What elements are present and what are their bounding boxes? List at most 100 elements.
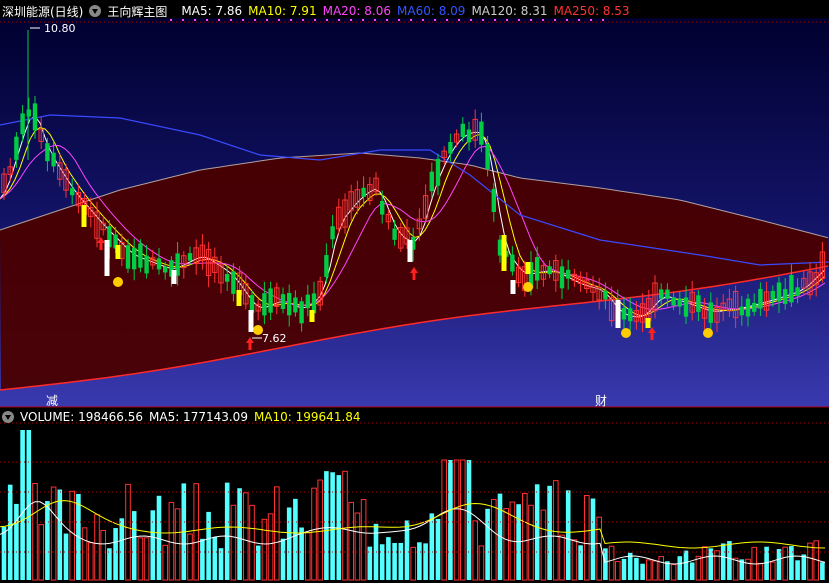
volume-bar-down: [820, 562, 825, 580]
volume-bar-down: [578, 545, 583, 580]
stock-name[interactable]: 深圳能源(日线): [2, 3, 83, 20]
high-price-label: 10.80: [44, 22, 76, 35]
volume-bar-down: [627, 552, 633, 580]
candle-body-down: [659, 289, 664, 299]
ma20-label: MA20: 8.06: [322, 4, 392, 18]
candle-body-down: [187, 253, 193, 261]
volume-bar-down: [7, 484, 13, 580]
signal-candle: [645, 318, 651, 328]
candle-body-down: [435, 158, 441, 186]
volume-bar-down: [330, 472, 335, 580]
candle-body-down: [566, 269, 571, 279]
candle-body-down: [20, 113, 25, 135]
candle-body-down: [305, 294, 310, 309]
volume-bar-down: [107, 548, 112, 580]
volume-bar-down: [379, 544, 385, 580]
candle-body-down: [231, 271, 236, 294]
event-marker-right[interactable]: 财: [595, 392, 607, 409]
candle-body-down: [138, 243, 143, 268]
volume-bar-down: [727, 541, 732, 580]
volume-bar-down: [113, 528, 118, 580]
signal-candle: [236, 290, 242, 306]
volume-ma10-label: MA10: 199641.84: [253, 410, 361, 424]
volume-bar-down: [683, 550, 689, 580]
signal-candle: [248, 310, 254, 332]
candle-body-down: [26, 109, 31, 117]
candle-body-down: [299, 301, 304, 324]
candle-body-down: [225, 274, 230, 282]
signal-dot: [621, 328, 631, 338]
volume-bar-down: [677, 556, 683, 580]
candle-body-down: [739, 306, 744, 316]
candle-body-down: [665, 289, 670, 299]
indicator-dropdown-icon[interactable]: [89, 5, 102, 17]
event-marker-left[interactable]: 减: [46, 392, 58, 409]
volume-bar-down: [621, 558, 627, 580]
volume-bar-down: [603, 548, 608, 580]
candle-body-down: [491, 188, 496, 213]
candle-body-down: [677, 298, 682, 307]
candle-body-down: [696, 295, 701, 312]
volume-bar-down: [57, 489, 63, 580]
volume-ma5-label: MA5: 177143.09: [149, 410, 248, 424]
volume-bar-down: [218, 548, 224, 580]
volume-bar-down: [466, 460, 472, 580]
candle-body-down: [268, 288, 273, 313]
indicator-name[interactable]: 王向辉主图: [107, 3, 167, 20]
signal-dot: [703, 328, 713, 338]
volume-bar-down: [336, 475, 342, 580]
candle-body-down: [163, 266, 168, 273]
volume-bar-down: [634, 557, 639, 580]
volume-bar-down: [63, 533, 69, 580]
volume-dropdown-icon[interactable]: [2, 411, 14, 423]
candle-body-down: [466, 129, 472, 143]
volume-bar-down: [423, 543, 428, 580]
volume-label: VOLUME: 198466.56: [20, 410, 143, 424]
candle-body-down: [392, 228, 397, 240]
volume-bar-down: [789, 546, 794, 580]
volume-bar-down: [720, 543, 726, 580]
signal-candle: [81, 205, 87, 227]
candle-body-down: [758, 288, 763, 309]
volume-bar-down: [324, 471, 329, 580]
volume-bar-down: [708, 548, 714, 580]
volume-bar-down: [448, 460, 453, 580]
candle-body-down: [628, 308, 633, 322]
volume-bar-down: [20, 430, 25, 580]
candle-body-down: [783, 289, 788, 304]
candle-body-down: [745, 298, 751, 317]
signal-dot: [113, 277, 123, 287]
volume-bar-down: [1, 526, 7, 580]
low-price-label: 7.62: [262, 332, 287, 345]
volume-bar-down: [801, 554, 807, 580]
candle-body-down: [380, 200, 385, 215]
volume-bar-down: [224, 482, 230, 580]
candle-body-down: [262, 293, 267, 316]
volume-bar-down: [286, 507, 292, 580]
signal-candle: [309, 310, 315, 322]
volume-bar-down: [534, 484, 540, 580]
volume-bar-down: [14, 503, 19, 580]
candle-body-down: [32, 103, 38, 131]
volume-bar-down: [640, 563, 645, 580]
candle-body-down: [776, 282, 782, 302]
ma120-label: MA120: 8.31: [471, 4, 548, 18]
candle-body-down: [287, 293, 292, 316]
volume-bar-down: [280, 538, 286, 580]
ma5-label: MA5: 7.86: [181, 4, 243, 18]
candle-body-down: [460, 123, 465, 138]
volume-bar-down: [485, 508, 490, 580]
candle-body-down: [752, 302, 757, 312]
candle-body-down: [293, 297, 298, 313]
volume-bar-down: [26, 430, 32, 580]
candle-body-down: [559, 266, 565, 289]
ma10-label: MA10: 7.91: [248, 4, 317, 18]
candle-body-down: [45, 143, 50, 162]
signal-candle: [501, 235, 507, 271]
candle-body-down: [795, 287, 800, 296]
candle-body-down: [429, 171, 434, 192]
volume-bar-down: [776, 549, 782, 580]
volume-bar-down: [200, 538, 205, 580]
volume-bar-down: [435, 518, 441, 580]
volume-bar-down: [795, 560, 800, 580]
